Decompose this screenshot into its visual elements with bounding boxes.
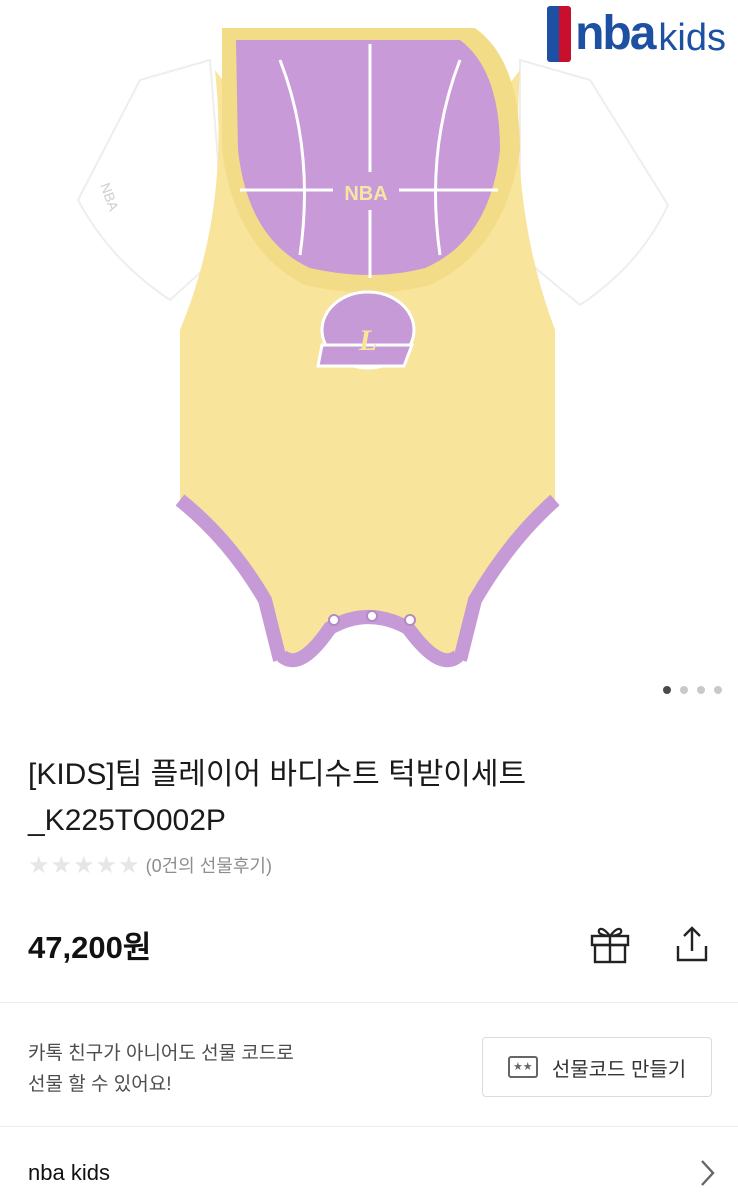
gift-code-note: 카톡 친구가 아니어도 선물 코드로 선물 할 수 있어요! — [28, 1038, 368, 1100]
product-price: 47,200원 — [28, 930, 152, 965]
carousel-dot[interactable] — [714, 686, 722, 694]
logo-kids-text: kids — [658, 17, 726, 59]
share-icon — [676, 926, 708, 962]
nba-shield-icon — [547, 6, 572, 62]
nba-kids-logo: nba kids — [547, 6, 726, 62]
divider — [0, 1126, 738, 1127]
brand-link-row[interactable]: nba kids — [0, 1146, 738, 1200]
product-image[interactable]: NBA NBA L nba kids — [0, 0, 738, 718]
carousel-dot[interactable] — [697, 686, 705, 694]
create-gift-code-button[interactable]: ★★ 선물코드 만들기 — [482, 1037, 712, 1097]
product-title: [KIDS]팀 플레이어 바디수트 턱받이세트_K225TO002P — [28, 758, 527, 837]
star-icon: ★ — [95, 851, 118, 879]
gift-note-line: 선물 할 수 있어요! — [28, 1074, 172, 1095]
star-rating: ★ ★ ★ ★ ★ — [28, 852, 140, 878]
svg-text:NBA: NBA — [344, 183, 387, 205]
gift-button[interactable] — [586, 920, 634, 968]
logo-nba-text: nba — [575, 7, 656, 60]
brand-name: nba kids — [28, 1160, 110, 1185]
review-count-link[interactable]: (0건의 선물후기) — [146, 852, 272, 878]
star-icon: ★ — [28, 851, 50, 879]
star-icon: ★ — [73, 851, 95, 879]
ticket-icon: ★★ — [507, 1056, 538, 1078]
share-button[interactable] — [668, 920, 716, 968]
svg-text:L: L — [358, 324, 377, 357]
divider — [0, 1002, 738, 1003]
carousel-dot[interactable] — [680, 686, 688, 694]
carousel-dot[interactable] — [663, 686, 671, 694]
star-icon: ★ — [118, 851, 140, 879]
gift-note-line: 카톡 친구가 아니어도 선물 코드로 — [28, 1043, 294, 1064]
carousel-indicator[interactable] — [663, 686, 722, 694]
gift-icon — [590, 927, 630, 964]
bodysuit-illustration: NBA NBA L — [76, 28, 670, 668]
rating-row[interactable]: ★ ★ ★ ★ ★ (0건의 선물후기) — [28, 852, 272, 878]
star-icon: ★ — [50, 851, 73, 879]
create-gift-code-label: 선물코드 만들기 — [551, 1058, 687, 1081]
chevron-right-icon — [701, 1160, 715, 1186]
